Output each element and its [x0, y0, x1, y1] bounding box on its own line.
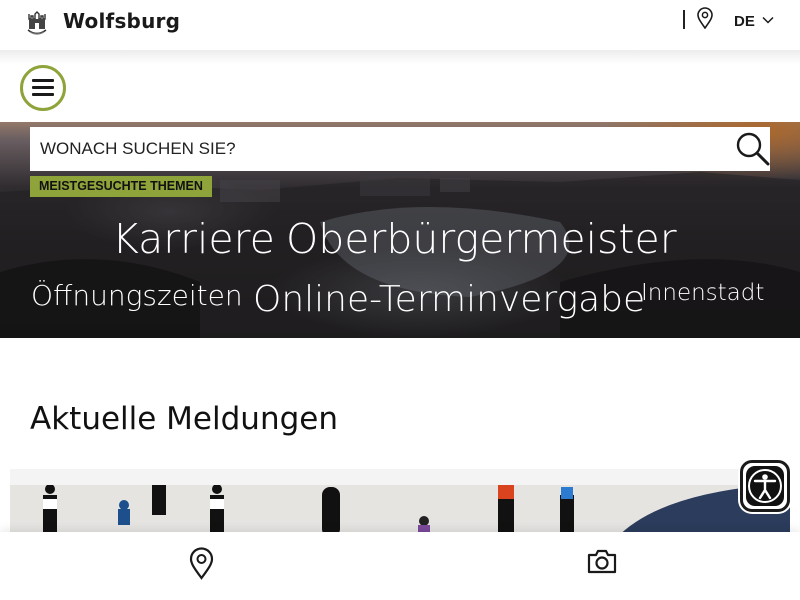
camera-icon[interactable]: [586, 548, 618, 575]
search-input[interactable]: [40, 127, 720, 171]
language-selector[interactable]: DE: [734, 13, 755, 30]
topic-link-oeffnungszeiten[interactable]: Öffnungszeiten: [31, 279, 243, 312]
bottom-nav-bar: [0, 532, 800, 600]
top-bar: Wolfsburg DE: [0, 0, 800, 50]
menu-line: [32, 79, 54, 82]
accessibility-button-inner: [746, 466, 784, 506]
header-shadow: [0, 50, 800, 64]
brand-name[interactable]: Wolfsburg: [63, 9, 180, 33]
chevron-down-icon[interactable]: [762, 16, 774, 24]
header-divider: [683, 10, 685, 29]
location-pin-icon[interactable]: [696, 7, 714, 29]
accessibility-person-icon: [748, 469, 782, 503]
search-icon[interactable]: [735, 131, 771, 167]
search-box: [30, 127, 770, 171]
menu-line: [32, 86, 54, 89]
topic-link-innenstadt[interactable]: Innenstadt: [641, 280, 764, 306]
news-section-title: Aktuelle Meldungen: [30, 401, 338, 437]
city-crest-icon[interactable]: [26, 11, 48, 37]
news-card[interactable]: [10, 469, 790, 539]
accessibility-button[interactable]: [740, 460, 790, 512]
topic-link-karriere[interactable]: Karriere: [112, 215, 275, 263]
most-searched-topics-label: MEISTGESUCHTE THEMEN: [30, 176, 212, 197]
menu-line: [32, 93, 54, 96]
location-pin-icon[interactable]: [188, 547, 215, 580]
topic-link-online-terminvergabe[interactable]: Online-Terminvergabe: [253, 279, 645, 320]
hamburger-menu-icon[interactable]: [20, 65, 66, 111]
topic-link-oberbuergermeister[interactable]: Oberbürgermeister: [286, 215, 677, 263]
news-card-image: [10, 485, 790, 539]
